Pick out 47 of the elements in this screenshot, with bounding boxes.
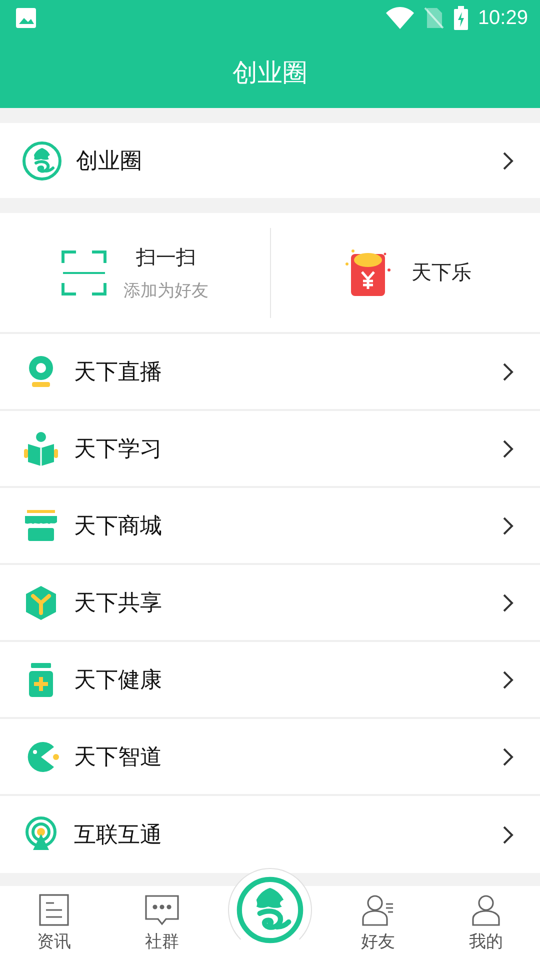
row-label: 互联互通 xyxy=(74,822,163,850)
menu-row[interactable]: 天下直播 xyxy=(0,334,540,411)
chevron-right-icon xyxy=(502,438,514,458)
action-subtitle: 添加为好友 xyxy=(123,280,208,302)
no-sim-icon xyxy=(424,7,444,29)
nav-tab[interactable]: 好友 xyxy=(324,886,432,960)
page-title: 创业圈 xyxy=(232,56,308,88)
circle-logo-icon xyxy=(236,876,304,944)
row-label: 天下智道 xyxy=(74,744,163,772)
menu-row[interactable]: 天下共享 xyxy=(0,565,540,642)
image-icon xyxy=(16,8,36,28)
row-label: 天下直播 xyxy=(74,358,163,386)
wifi-icon xyxy=(386,7,414,29)
chevron-right-icon xyxy=(502,824,514,844)
reading-person-icon xyxy=(22,430,60,468)
nav-tab[interactable]: 社群 xyxy=(108,886,216,960)
circle-logo-icon xyxy=(22,140,62,180)
row-label: 天下健康 xyxy=(74,666,163,694)
contacts-icon xyxy=(361,894,395,926)
action-title: 天下乐 xyxy=(411,259,472,286)
row-label: 天下商城 xyxy=(74,512,163,540)
menu-row[interactable]: 天下学习 xyxy=(0,411,540,488)
document-icon xyxy=(37,894,71,926)
quick-action[interactable]: 天下乐 xyxy=(270,213,540,332)
row-label: 天下共享 xyxy=(74,590,163,618)
nav-tab[interactable]: 资讯 xyxy=(0,886,108,960)
chevron-right-icon xyxy=(502,150,514,170)
action-title: 扫一扫 xyxy=(136,244,196,270)
chat-bubble-icon xyxy=(145,894,179,926)
chevron-right-icon xyxy=(502,592,514,612)
chevron-right-icon xyxy=(502,670,514,690)
chevron-right-icon xyxy=(502,516,514,536)
chevron-right-icon xyxy=(502,362,514,382)
row-label: 创业圈 xyxy=(76,148,143,176)
nav-tab[interactable]: 我的 xyxy=(432,886,540,960)
circle-row[interactable]: 创业圈 xyxy=(0,123,540,198)
menu-row[interactable]: 天下智道 xyxy=(0,719,540,796)
scan-icon xyxy=(61,250,108,296)
status-time: 10:29 xyxy=(478,6,528,30)
quick-action[interactable]: 扫一扫 添加为好友 xyxy=(0,213,270,332)
battery-charging-icon xyxy=(454,6,468,30)
row-label: 天下学习 xyxy=(74,436,163,464)
chevron-right-icon xyxy=(502,746,514,766)
menu-row[interactable]: 互联互通 xyxy=(0,796,540,873)
menu-row[interactable]: 天下健康 xyxy=(0,642,540,719)
menu-row[interactable]: 天下商城 xyxy=(0,488,540,565)
person-icon xyxy=(469,894,503,926)
